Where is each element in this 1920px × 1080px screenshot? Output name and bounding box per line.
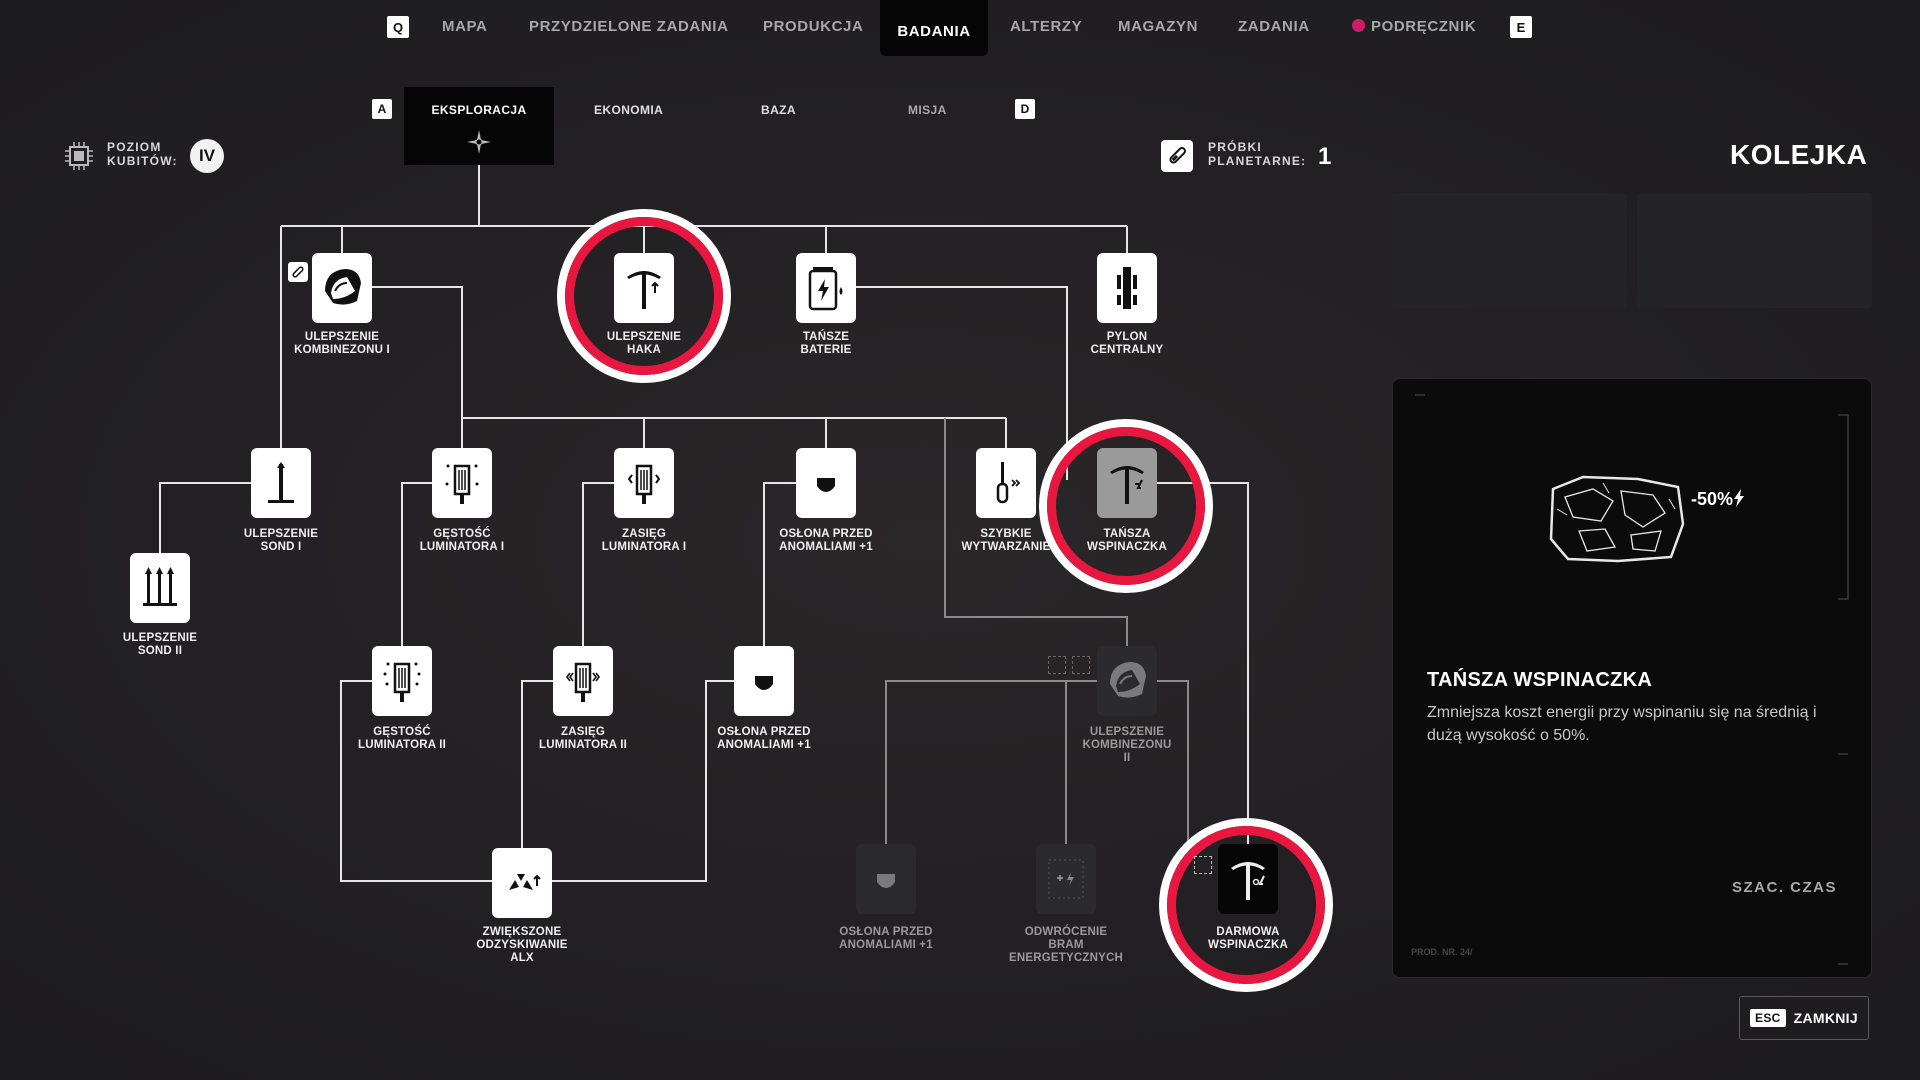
product-number: PROD. NR. 24/ xyxy=(1411,947,1473,957)
node-ulepszenie-kombinezonu-1[interactable] xyxy=(312,253,372,323)
close-button[interactable]: ESC ZAMKNIJ xyxy=(1739,996,1869,1040)
node-label: ZASIĘG LUMINATORA II xyxy=(539,726,627,751)
node-label: ULEPSZENIE KOMBINEZONU II xyxy=(1082,726,1172,764)
discount-badge-text: -50% xyxy=(1691,489,1734,509)
tool-icon xyxy=(996,462,1021,504)
node-label: ULEPSZENIE KOMBINEZONU I xyxy=(294,331,390,356)
alx-icon xyxy=(509,874,541,890)
node-label: ULEPSZENIE SOND I xyxy=(243,528,319,553)
node-szybkie-wytwarzanie[interactable] xyxy=(976,448,1036,518)
node-label: OSŁONA PRZED ANOMALIAMI +1 xyxy=(717,726,811,751)
node-gestosc-luminatora-1[interactable] xyxy=(432,448,492,518)
pickaxe-zero-icon xyxy=(1231,862,1265,900)
node-label: PYLON CENTRALNY xyxy=(1090,331,1164,356)
node-label: ULEPSZENIE HAKA xyxy=(606,331,682,356)
close-label: ZAMKNIJ xyxy=(1793,1010,1858,1026)
pickaxe-minus-icon xyxy=(1110,466,1144,504)
probes-icon xyxy=(143,567,177,606)
node-label: DARMOWA WSPINACZKA xyxy=(1208,926,1288,951)
node-label: ZWIĘKSZONE ODZYSKIWANIE ALX xyxy=(476,926,568,964)
node-zasieg-luminatora-2[interactable] xyxy=(553,646,613,716)
luminator-range-icon xyxy=(627,464,661,504)
luminator-icon xyxy=(383,662,421,702)
node-label: TAŃSZE BATERIE xyxy=(800,331,852,356)
pickaxe-icon xyxy=(627,271,661,309)
shield-icon xyxy=(755,676,773,690)
node-label: ULEPSZENIE SOND II xyxy=(122,632,198,657)
sample-required-icon xyxy=(288,262,308,282)
node-label: GĘSTOŚĆ LUMINATORA II xyxy=(358,726,446,751)
node-ulepszenie-haka[interactable] xyxy=(614,253,674,323)
node-darmowa-wspinaczka[interactable] xyxy=(1218,844,1278,914)
shield-icon xyxy=(817,478,835,492)
pylon-icon xyxy=(1117,267,1137,309)
helmet-icon xyxy=(325,269,361,305)
node-ulepszenie-kombinezonu-2[interactable] xyxy=(1097,646,1157,716)
node-odwrocenie-bram-energetycznych[interactable] xyxy=(1036,844,1096,914)
energy-bolt-icon xyxy=(1734,489,1745,507)
node-oslona-przed-anomaliami-3[interactable] xyxy=(856,844,916,914)
node-oslona-przed-anomaliami-2[interactable] xyxy=(734,646,794,716)
luminator-icon xyxy=(445,464,479,504)
empty-slot-icon xyxy=(1048,656,1066,674)
battery-icon xyxy=(808,267,843,311)
empty-slot-icon xyxy=(1072,656,1090,674)
helmet-icon xyxy=(1110,662,1146,698)
detail-title: TAŃSZA WSPINACZKA xyxy=(1427,669,1653,691)
node-ulepszenie-sond-2[interactable] xyxy=(130,553,190,623)
estimated-time-label: SZAC. CZAS xyxy=(1732,879,1837,896)
node-zwiekszone-odzyskiwanie-alx[interactable] xyxy=(492,848,552,918)
queue-title: KOLEJKA xyxy=(1730,139,1868,170)
shield-icon xyxy=(877,874,895,888)
node-tansze-baterie[interactable] xyxy=(796,253,856,323)
empty-slot-icon xyxy=(1194,856,1212,874)
node-label: TAŃSZA WSPINACZKA xyxy=(1087,528,1167,553)
probe-icon xyxy=(268,462,294,503)
detail-description: Zmniejsza koszt energii przy wspinaniu s… xyxy=(1427,704,1817,744)
research-detail-panel: -50% TAŃSZA WSPINACZKA Zmniejsza koszt e… xyxy=(1392,378,1872,978)
node-label: OSŁONA PRZED ANOMALIAMI +1 xyxy=(779,528,873,553)
node-gestosc-luminatora-2[interactable] xyxy=(372,646,432,716)
node-label: GĘSTOŚĆ LUMINATORA I xyxy=(419,528,505,553)
queue-slot[interactable] xyxy=(1637,193,1872,308)
queue-slot[interactable] xyxy=(1392,193,1627,308)
gate-icon xyxy=(1048,859,1084,899)
esc-key: ESC xyxy=(1750,1009,1786,1027)
node-label: OSŁONA PRZED ANOMALIAMI +1 xyxy=(839,926,933,951)
node-label: ODWRÓCENIE BRAM ENERGETYCZNYCH xyxy=(1009,926,1123,964)
rock-icon xyxy=(1549,475,1685,563)
node-pylon-centralny[interactable] xyxy=(1097,253,1157,323)
node-label: ZASIĘG LUMINATORA I xyxy=(601,528,687,553)
node-oslona-przed-anomaliami-1[interactable] xyxy=(796,448,856,518)
node-zasieg-luminatora-1[interactable] xyxy=(614,448,674,518)
luminator-range-icon xyxy=(566,662,600,702)
node-ulepszenie-sond-1[interactable] xyxy=(251,448,311,518)
node-tansza-wspinaczka[interactable] xyxy=(1097,448,1157,518)
discount-badge: -50% xyxy=(1691,489,1745,510)
